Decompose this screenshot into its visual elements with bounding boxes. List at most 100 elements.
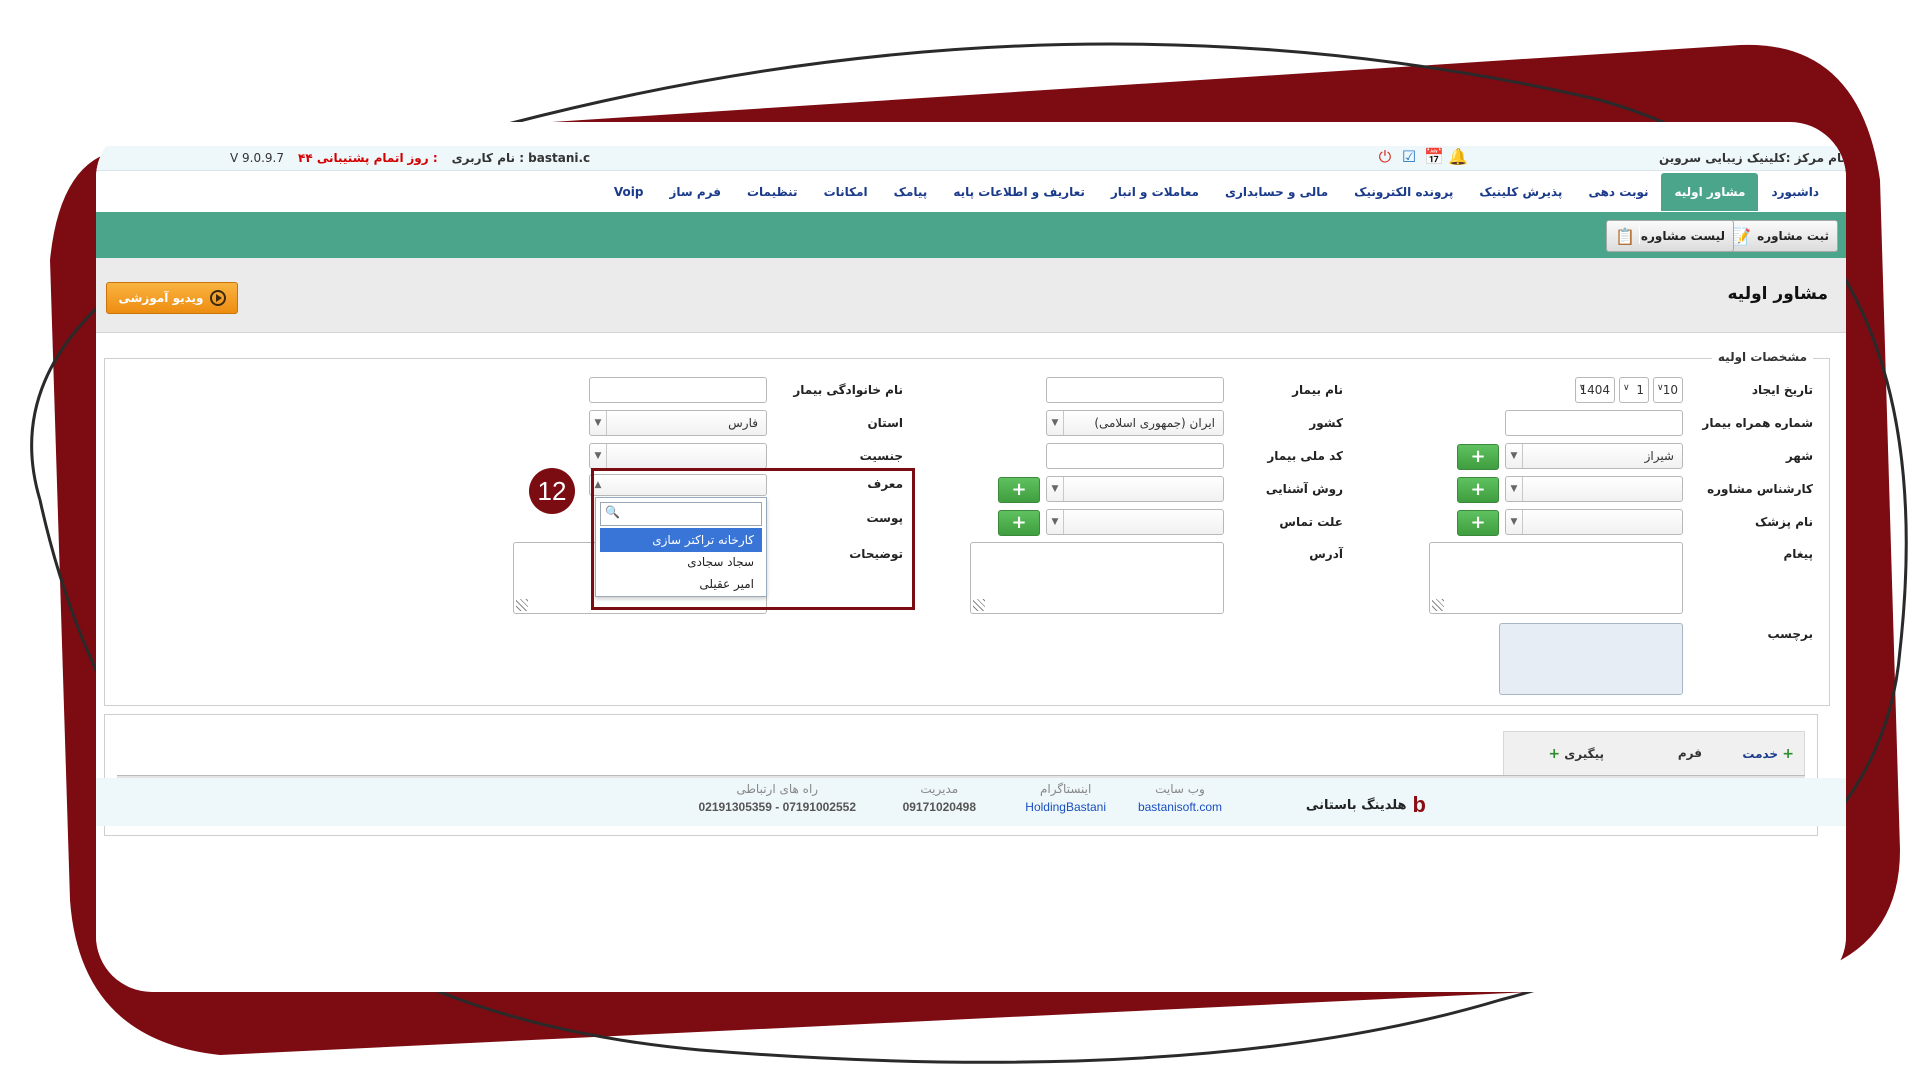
tab-followup-label: پیگیری: [1564, 747, 1604, 761]
patient-family-input[interactable]: [589, 377, 767, 403]
footer-instagram-link[interactable]: HoldingBastani: [1025, 800, 1106, 814]
resize-grip-icon[interactable]: [516, 599, 528, 611]
screenshot-card: نام مرکز :کلینیک زیبایی سروین ⏻ ☑ 📅 🔔 V …: [96, 122, 1846, 992]
clipboard-list-icon: 📋: [1614, 226, 1635, 246]
chevron-down-icon: ∨: [1623, 383, 1630, 393]
register-consultation-button[interactable]: ثبت مشاوره 📝: [1722, 220, 1838, 252]
gender-select[interactable]: ▼: [589, 443, 767, 469]
dropdown-arrow-icon: ▼: [1506, 444, 1523, 468]
add-city-button[interactable]: +: [1457, 444, 1499, 470]
fieldset-legend: مشخصات اولیه: [1711, 350, 1813, 364]
consultant-select[interactable]: ▼: [1505, 476, 1683, 502]
tutorial-video-button[interactable]: ویدیو آموزشی: [106, 282, 238, 314]
city-select[interactable]: شیراز ▼: [1505, 443, 1683, 469]
date-day-select[interactable]: 10 ∨: [1653, 377, 1683, 403]
menu-item-initial-consultant[interactable]: مشاور اولیه: [1661, 173, 1759, 211]
username-label: نام کاربری : bastani.c: [451, 151, 591, 165]
companion-phone-input[interactable]: [1505, 410, 1683, 436]
resize-grip-icon[interactable]: [1432, 599, 1444, 611]
footer-brand-name: هلدینگ باستانی: [1305, 797, 1407, 813]
calendar-icon[interactable]: 📅: [1424, 148, 1444, 166]
menu-item-reception[interactable]: پذیرش کلینیک: [1466, 173, 1575, 211]
national-code-label: کد ملی بیمار: [1267, 449, 1343, 463]
menu-item-settings[interactable]: تنظیمات: [734, 173, 811, 211]
patient-family-label: نام خانوادگی بیمار: [793, 383, 903, 397]
step-badge: 12: [529, 468, 575, 514]
page-header: مشاور اولیه ویدیو آموزشی: [96, 258, 1846, 333]
tag-label: برچسب: [1767, 627, 1813, 641]
center-name: نام مرکز :کلینیک زیبایی سروین: [1658, 151, 1846, 165]
country-select[interactable]: ایران (جمهوری اسلامی) ▼: [1046, 410, 1224, 436]
list-label: لیست مشاوره: [1640, 229, 1725, 243]
add-doctor-button[interactable]: +: [1457, 510, 1499, 536]
country-value: ایران (جمهوری اسلامی): [1094, 416, 1215, 430]
patient-name-input[interactable]: [1046, 377, 1224, 403]
menu-item-dashboard[interactable]: داشبورد: [1758, 173, 1832, 211]
add-contact-reason-button[interactable]: +: [998, 510, 1040, 536]
acquaintance-select[interactable]: ▼: [1046, 476, 1224, 502]
page-title: مشاور اولیه: [1727, 284, 1828, 304]
province-select[interactable]: فارس ▼: [589, 410, 767, 436]
menu-item-definitions[interactable]: تعاریف و اطلاعات پایه: [940, 173, 1098, 211]
add-icon: +: [1782, 746, 1794, 762]
dropdown-arrow-icon: ▼: [1506, 477, 1523, 501]
contact-reason-select[interactable]: ▼: [1046, 509, 1224, 535]
menu-item-accounting[interactable]: مالی و حسابداری: [1212, 173, 1341, 211]
bell-icon[interactable]: 🔔: [1448, 148, 1468, 166]
tutorial-video-label: ویدیو آموزشی: [118, 291, 204, 305]
power-icon[interactable]: ⏻: [1376, 148, 1394, 166]
menu-item-sms[interactable]: پیامک: [881, 173, 941, 211]
tab-service[interactable]: + خدمت: [1742, 746, 1794, 762]
tag-input[interactable]: [1499, 623, 1683, 695]
tab-followup[interactable]: پیگیری +: [1548, 746, 1604, 762]
play-icon: [209, 290, 226, 306]
menu-item-features[interactable]: امکانات: [811, 173, 881, 211]
footer-contacts-caption: راه های ارتباطی: [736, 782, 819, 796]
menu-item-electronic-record[interactable]: پرونده الکترونیک: [1341, 173, 1466, 211]
footer-contacts-phones: 07191002552 - 02191305359: [698, 800, 856, 814]
toolbar-separator: [1639, 226, 1640, 244]
footer-instagram-caption: اینستاگرام: [1039, 782, 1092, 796]
resize-grip-icon[interactable]: [973, 599, 985, 611]
address-textarea[interactable]: [970, 542, 1224, 614]
top-info-bar: نام مرکز :کلینیک زیبایی سروین ⏻ ☑ 📅 🔔 V …: [96, 146, 1846, 171]
toolbar-separator: [1741, 226, 1742, 244]
tab-form[interactable]: فرم: [1678, 746, 1702, 760]
date-month-select[interactable]: 1 ∨: [1619, 377, 1649, 403]
bastani-logo-icon: b: [1412, 792, 1426, 817]
message-textarea[interactable]: [1429, 542, 1683, 614]
top-icons: ⏻ ☑ 📅 🔔: [1376, 148, 1468, 166]
chevron-down-icon: ∨: [1579, 383, 1586, 393]
city-value: شیراز: [1644, 449, 1674, 463]
menu-item-appointments[interactable]: نوبت دهی: [1575, 173, 1661, 211]
calendar-check-icon[interactable]: ☑: [1400, 148, 1418, 166]
consultation-list-button[interactable]: لیست مشاوره 📋: [1605, 220, 1734, 252]
footer-manager-caption: مدیریت: [920, 782, 959, 796]
date-year-select[interactable]: 1404 ∨: [1575, 377, 1615, 403]
menu-item-inventory[interactable]: معاملات و انبار: [1098, 173, 1212, 211]
footer-website-link[interactable]: bastanisoft.com: [1138, 800, 1222, 814]
support-info: ۴۴ روز اتمام پشتیبانی :: [298, 151, 438, 165]
dropdown-arrow-icon: ▼: [1506, 510, 1523, 534]
main-menu: داشبورد مشاور اولیه نوبت دهی پذیرش کلینی…: [96, 172, 1846, 213]
footer-contacts: راه های ارتباطی 07191002552 - 0219130535…: [698, 782, 856, 814]
country-label: کشور: [1309, 416, 1343, 430]
national-code-input[interactable]: [1046, 443, 1224, 469]
doctor-select[interactable]: ▼: [1505, 509, 1683, 535]
patient-name-label: نام بیمار: [1292, 383, 1343, 397]
register-label: ثبت مشاوره: [1757, 229, 1829, 243]
version-label: V 9.0.9.7: [230, 151, 285, 165]
province-value: فارس: [728, 416, 758, 430]
message-label: پیغام: [1783, 547, 1813, 561]
dropdown-arrow-icon: ▼: [1047, 510, 1064, 534]
dropdown-arrow-icon: ▼: [1047, 411, 1064, 435]
menu-item-form-builder[interactable]: فرم ساز: [656, 173, 734, 211]
menu-item-voip[interactable]: Voip: [601, 173, 657, 211]
tab-strip: + خدمت فرم پیگیری +: [1503, 731, 1805, 776]
add-consultant-button[interactable]: +: [1457, 477, 1499, 503]
add-acquaintance-button[interactable]: +: [998, 477, 1040, 503]
city-label: شهر: [1785, 449, 1813, 463]
consultant-label: کارشناس مشاوره: [1707, 482, 1813, 496]
province-label: استان: [867, 416, 903, 430]
date-day-value: 10: [1662, 383, 1678, 397]
